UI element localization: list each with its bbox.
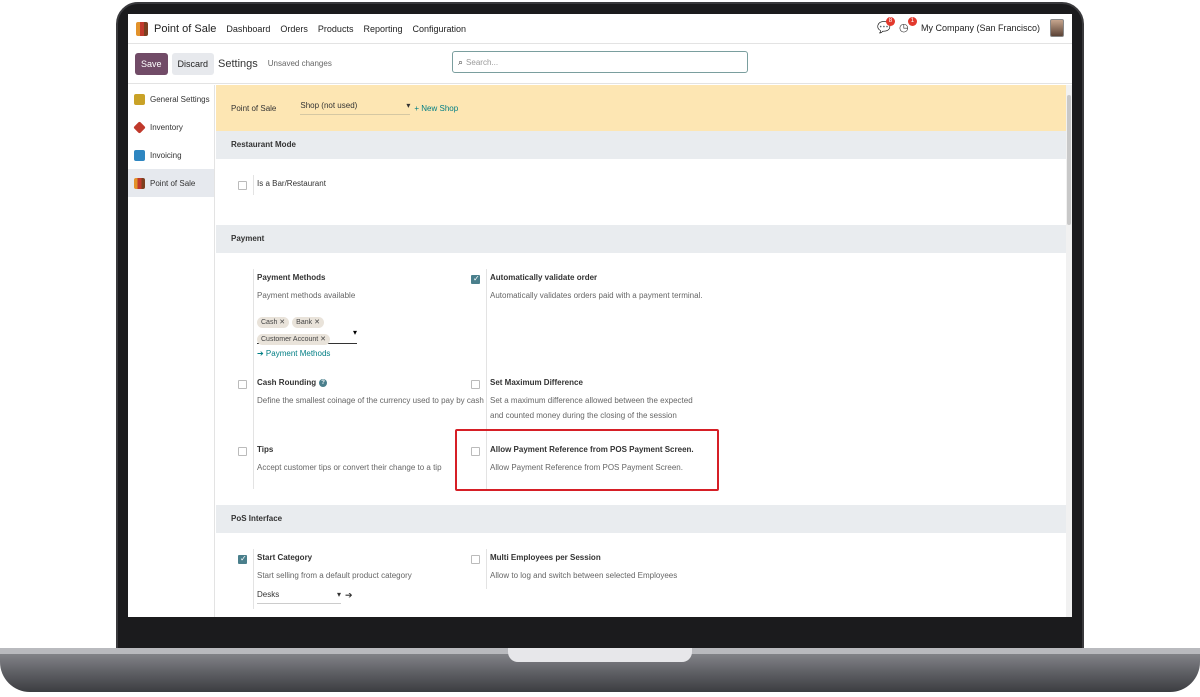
company-switcher[interactable]: My Company (San Francisco) xyxy=(921,23,1040,33)
messages-icon[interactable]: 💬 8 xyxy=(877,17,895,34)
navbar-systray: 💬 8 ◷ 1 My Company (San Francisco) xyxy=(877,17,1064,37)
max-difference-title: Set Maximum Difference xyxy=(490,378,583,387)
sidebar-item-invoicing[interactable]: Invoicing xyxy=(128,141,214,169)
scrollbar-thumb[interactable] xyxy=(1067,95,1071,225)
invoicing-icon xyxy=(134,149,145,161)
general-settings-icon xyxy=(134,93,145,105)
tips-title: Tips xyxy=(257,445,274,454)
arrow-right-icon[interactable]: ➔ xyxy=(345,590,353,601)
sidebar-item-label: General Settings xyxy=(150,94,210,104)
pos-label: Point of Sale xyxy=(231,103,277,113)
menu-configuration[interactable]: Configuration xyxy=(412,24,466,34)
screen: Point of Sale Dashboard Orders Products … xyxy=(128,14,1072,617)
search-placeholder: Search... xyxy=(466,57,499,67)
page-title: Settings xyxy=(218,57,258,70)
payment-methods-tags[interactable]: Cash ✕ Bank ✕ Customer Account ✕ ▾ ➔ Payme… xyxy=(257,311,417,358)
shop-select-value: Shop (not used) xyxy=(300,101,358,110)
chevron-down-icon: ▾ xyxy=(406,101,411,110)
search-input[interactable]: ⌕ Search... xyxy=(452,51,748,73)
max-difference-checkbox[interactable] xyxy=(471,380,480,389)
interface-section-body: Start Category Start selling from a defa… xyxy=(216,533,1066,617)
section-restaurant-mode: Restaurant Mode xyxy=(216,131,1066,159)
menu-dashboard[interactable]: Dashboard xyxy=(226,24,270,34)
start-category-title: Start Category xyxy=(257,553,313,562)
tag-bank[interactable]: Bank ✕ xyxy=(292,317,324,328)
section-payment: Payment xyxy=(216,225,1066,253)
payment-section-body: Payment Methods Payment methods availabl… xyxy=(216,253,1066,505)
divider xyxy=(253,269,254,489)
multi-employees-title: Multi Employees per Session xyxy=(490,553,601,562)
payment-methods-link[interactable]: ➔ Payment Methods xyxy=(257,349,417,358)
payment-methods-title: Payment Methods xyxy=(257,273,326,282)
pos-app-icon[interactable] xyxy=(136,21,148,36)
laptop-notch xyxy=(508,648,692,662)
highlight-box xyxy=(455,429,719,491)
auto-validate-checkbox[interactable] xyxy=(471,274,480,284)
tips-desc: Accept customer tips or convert their ch… xyxy=(257,463,442,472)
settings-content: Point of Sale Shop (not used) ▾ + New Sh… xyxy=(216,85,1066,617)
bar-restaurant-checkbox[interactable] xyxy=(238,181,247,190)
user-avatar[interactable] xyxy=(1050,19,1064,37)
settings-sidebar: General Settings Inventory Invoicing Poi… xyxy=(128,85,215,617)
cash-rounding-checkbox[interactable] xyxy=(238,380,247,389)
auto-validate-desc: Automatically validates orders paid with… xyxy=(490,291,703,300)
payment-methods-desc: Payment methods available xyxy=(257,291,356,300)
bar-restaurant-label: Is a Bar/Restaurant xyxy=(257,179,326,188)
divider xyxy=(253,175,254,195)
sidebar-item-inventory[interactable]: Inventory xyxy=(128,113,214,141)
sidebar-item-label: Inventory xyxy=(150,122,183,132)
start-category-checkbox[interactable] xyxy=(238,554,247,564)
tag-cash[interactable]: Cash ✕ xyxy=(257,317,290,328)
laptop-frame: Point of Sale Dashboard Orders Products … xyxy=(0,0,1200,697)
messages-badge: 8 xyxy=(885,17,895,26)
save-button[interactable]: Save xyxy=(135,52,168,75)
cash-rounding-title: Cash Rounding? xyxy=(257,378,328,387)
scrollbar[interactable] xyxy=(1066,85,1072,617)
unsaved-indicator: Unsaved changes xyxy=(267,59,332,68)
restaurant-section-body: Is a Bar/Restaurant xyxy=(216,159,1066,225)
tips-checkbox[interactable] xyxy=(238,447,247,456)
menu-orders[interactable]: Orders xyxy=(280,24,308,34)
sidebar-item-general-settings[interactable]: General Settings xyxy=(128,85,214,113)
tag-customer-account[interactable]: Customer Account ✕ xyxy=(257,334,331,345)
start-category-value: Desks xyxy=(257,590,280,599)
sidebar-item-label: Invoicing xyxy=(150,150,182,160)
app-name[interactable]: Point of Sale xyxy=(154,23,216,35)
sidebar-item-point-of-sale[interactable]: Point of Sale xyxy=(128,169,214,197)
help-icon[interactable]: ? xyxy=(319,379,328,387)
section-pos-interface: PoS Interface xyxy=(216,505,1066,533)
shop-select[interactable]: Shop (not used) ▾ xyxy=(300,101,411,115)
sidebar-item-label: Point of Sale xyxy=(150,178,196,188)
max-difference-desc: Set a maximum difference allowed between… xyxy=(490,396,693,420)
inventory-icon xyxy=(133,120,146,134)
start-category-select[interactable]: Desks ▾ xyxy=(257,590,341,604)
pos-selector-bar: Point of Sale Shop (not used) ▾ + New Sh… xyxy=(216,85,1066,131)
control-panel: Save Discard Settings Unsaved changes ⌕ … xyxy=(128,44,1072,84)
auto-validate-title: Automatically validate order xyxy=(490,273,598,282)
activities-icon[interactable]: ◷ 1 xyxy=(899,17,917,34)
menu-products[interactable]: Products xyxy=(318,24,354,34)
cash-rounding-desc: Define the smallest coinage of the curre… xyxy=(257,396,484,405)
chevron-down-icon: ▾ xyxy=(352,328,357,337)
search-icon: ⌕ xyxy=(458,56,464,67)
start-category-desc: Start selling from a default product cat… xyxy=(257,571,412,580)
multi-employees-desc: Allow to log and switch between selected… xyxy=(490,571,678,580)
top-navbar: Point of Sale Dashboard Orders Products … xyxy=(128,14,1072,44)
multi-employees-checkbox[interactable] xyxy=(471,555,480,564)
new-shop-button[interactable]: + New Shop xyxy=(414,104,458,113)
menu-reporting[interactable]: Reporting xyxy=(363,24,402,34)
activities-badge: 1 xyxy=(907,17,917,26)
point-of-sale-icon xyxy=(134,177,145,189)
discard-button[interactable]: Discard xyxy=(171,52,215,75)
chevron-down-icon: ▾ xyxy=(336,590,341,599)
divider xyxy=(253,549,254,609)
